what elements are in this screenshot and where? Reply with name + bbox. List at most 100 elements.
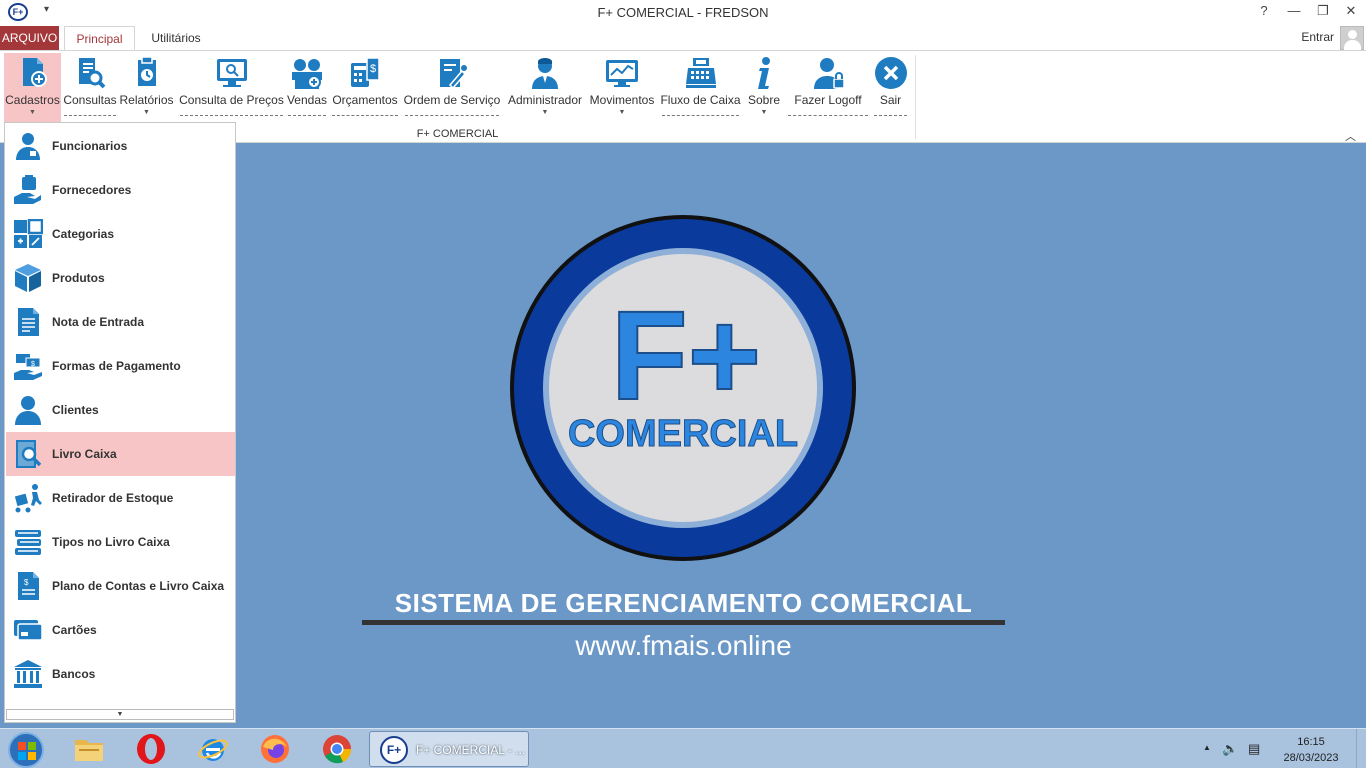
title-bar: F+ ▾ F+ COMERCIAL - FREDSON ? — ❐ ✕ [0, 0, 1366, 26]
payment-icon: $ [14, 354, 42, 380]
service-order-icon [440, 59, 467, 90]
window-title: F+ COMERCIAL - FREDSON [597, 5, 769, 20]
button-separator [788, 115, 868, 116]
consultas-label: Consultas [63, 93, 117, 107]
logo-comercial-text: COMERCIAL [568, 413, 798, 455]
ordem-de-servico-label: Ordem de Serviço [403, 93, 501, 107]
close-button[interactable]: ✕ [1341, 3, 1361, 19]
movimentos-label: Movimentos [589, 93, 655, 107]
administrador-label: Administrador [507, 93, 583, 107]
tab-arquivo[interactable]: ARQUIVO [0, 26, 59, 50]
menu-item-produtos[interactable]: Produtos [6, 256, 235, 300]
internet-explorer-icon[interactable] [197, 733, 229, 765]
logoff-icon [814, 58, 845, 89]
menu-item-livro-caixa[interactable]: Livro Caixa [6, 432, 235, 476]
relatorios-button[interactable]: Relatórios ▼ [119, 53, 174, 125]
tab-utilitarios[interactable]: Utilitários [140, 26, 212, 51]
show-desktop-button[interactable] [1356, 729, 1366, 768]
network-icon[interactable]: ▤ [1248, 741, 1260, 757]
chevron-down-icon: ▼ [143, 109, 150, 116]
cash-book-icon [16, 440, 42, 468]
avatar[interactable] [1340, 26, 1364, 50]
report-icon [137, 56, 156, 86]
menu-item-label: Retirador de Estoque [52, 491, 174, 505]
logo-f-plus-text: F+ [611, 285, 762, 426]
menu-item-label: Livro Caixa [52, 447, 117, 461]
chevron-down-icon: ▼ [760, 109, 768, 116]
consulta-de-precos-label: Consulta de Preços [179, 93, 284, 107]
menu-item-funcionarios[interactable]: Funcionarios [6, 124, 235, 168]
movimentos-button[interactable]: Movimentos ▼ [587, 53, 657, 125]
help-button[interactable]: ? [1254, 3, 1274, 18]
client-icon [15, 396, 41, 425]
cadastros-label: Cadastros [5, 93, 60, 107]
menu-item-retirador-de-estoque[interactable]: Retirador de Estoque [6, 476, 235, 520]
button-separator [288, 115, 326, 116]
menu-item-plano-de-contas[interactable]: $ Plano de Contas e Livro Caixa [6, 564, 235, 608]
relatorios-label: Relatórios [119, 93, 174, 107]
menu-item-label: Fornecedores [52, 183, 132, 197]
sair-button[interactable]: Sair [872, 53, 909, 125]
menu-item-fornecedores[interactable]: Fornecedores [6, 168, 235, 212]
price-monitor-icon [216, 59, 247, 87]
administrador-button[interactable]: Administrador ▼ [505, 53, 585, 125]
menu-item-label: Produtos [52, 271, 105, 285]
menu-item-label: Formas de Pagamento [52, 359, 181, 373]
file-explorer-icon[interactable] [73, 733, 105, 765]
opera-icon[interactable] [135, 733, 167, 765]
register-icon [22, 58, 47, 87]
menu-item-nota-de-entrada[interactable]: Nota de Entrada [6, 300, 235, 344]
employee-icon [16, 133, 40, 160]
cadastros-dropdown-menu: Funcionarios Fornecedores Categorias Pro… [4, 122, 236, 723]
start-button[interactable] [8, 732, 44, 768]
menu-item-label: Plano de Contas e Livro Caixa [52, 579, 225, 593]
accounts-plan-icon: $ [18, 572, 39, 600]
cadastros-button[interactable]: Cadastros ▼ [4, 53, 61, 125]
volume-icon[interactable]: 🔈 [1222, 741, 1238, 757]
vendas-button[interactable]: Vendas [286, 53, 328, 125]
menu-item-label: Nota de Entrada [52, 315, 145, 329]
menu-item-label: Categorias [52, 227, 115, 241]
system-clock[interactable]: 16:15 28/03/2023 [1276, 734, 1346, 766]
orcamentos-button[interactable]: $ Orçamentos [330, 53, 400, 125]
sobre-button[interactable]: Sobre ▼ [744, 53, 784, 125]
button-separator [332, 115, 398, 116]
tab-principal[interactable]: Principal [64, 26, 135, 51]
menu-item-label: Funcionarios [52, 139, 128, 153]
fazer-logoff-button[interactable]: Fazer Logoff [786, 53, 870, 125]
system-slogan: SISTEMA DE GERENCIAMENTO COMERCIAL [394, 588, 973, 618]
menu-item-clientes[interactable]: Clientes [6, 388, 235, 432]
firefox-icon[interactable] [259, 733, 291, 765]
orcamentos-label: Orçamentos [332, 93, 398, 107]
consultas-button[interactable]: Consultas [62, 53, 118, 125]
consulta-de-precos-button[interactable]: Consulta de Preços [178, 53, 285, 125]
menu-item-categorias[interactable]: Categorias [6, 212, 235, 256]
svg-text:$: $ [370, 63, 376, 75]
tray-expand-icon[interactable]: ▲ [1203, 743, 1211, 752]
query-icon [79, 58, 106, 89]
f-plus-app-icon: F+ [380, 736, 408, 764]
taskbar-active-app[interactable]: F+ F+ COMERCIAL - ... [369, 731, 529, 767]
sales-icon [292, 59, 322, 89]
menu-scroll-down-button[interactable]: ▼ [6, 709, 234, 720]
movement-chart-icon [606, 60, 638, 87]
minimize-button[interactable]: — [1284, 3, 1304, 18]
menu-item-formas-de-pagamento[interactable]: $ Formas de Pagamento [6, 344, 235, 388]
menu-item-bancos[interactable]: Bancos [6, 652, 235, 696]
menu-item-tipos-no-livro-caixa[interactable]: Tipos no Livro Caixa [6, 520, 235, 564]
ordem-de-servico-button[interactable]: Ordem de Serviço [403, 53, 501, 125]
sobre-label: Sobre [747, 93, 781, 107]
sign-in-link[interactable]: Entrar [1301, 30, 1334, 44]
stock-withdraw-icon [14, 484, 42, 513]
info-icon [758, 57, 770, 89]
card-icon [14, 620, 43, 641]
chrome-icon[interactable] [321, 733, 353, 765]
categories-icon [14, 219, 43, 248]
menu-item-cartoes[interactable]: Cartões [6, 608, 235, 652]
restore-button[interactable]: ❐ [1313, 3, 1333, 19]
supplier-icon [14, 175, 41, 204]
fluxo-de-caixa-button[interactable]: Fluxo de Caixa [660, 53, 741, 125]
button-separator [874, 115, 907, 116]
button-separator [405, 115, 499, 116]
collapse-ribbon-icon[interactable]: ︿ [1345, 128, 1356, 144]
